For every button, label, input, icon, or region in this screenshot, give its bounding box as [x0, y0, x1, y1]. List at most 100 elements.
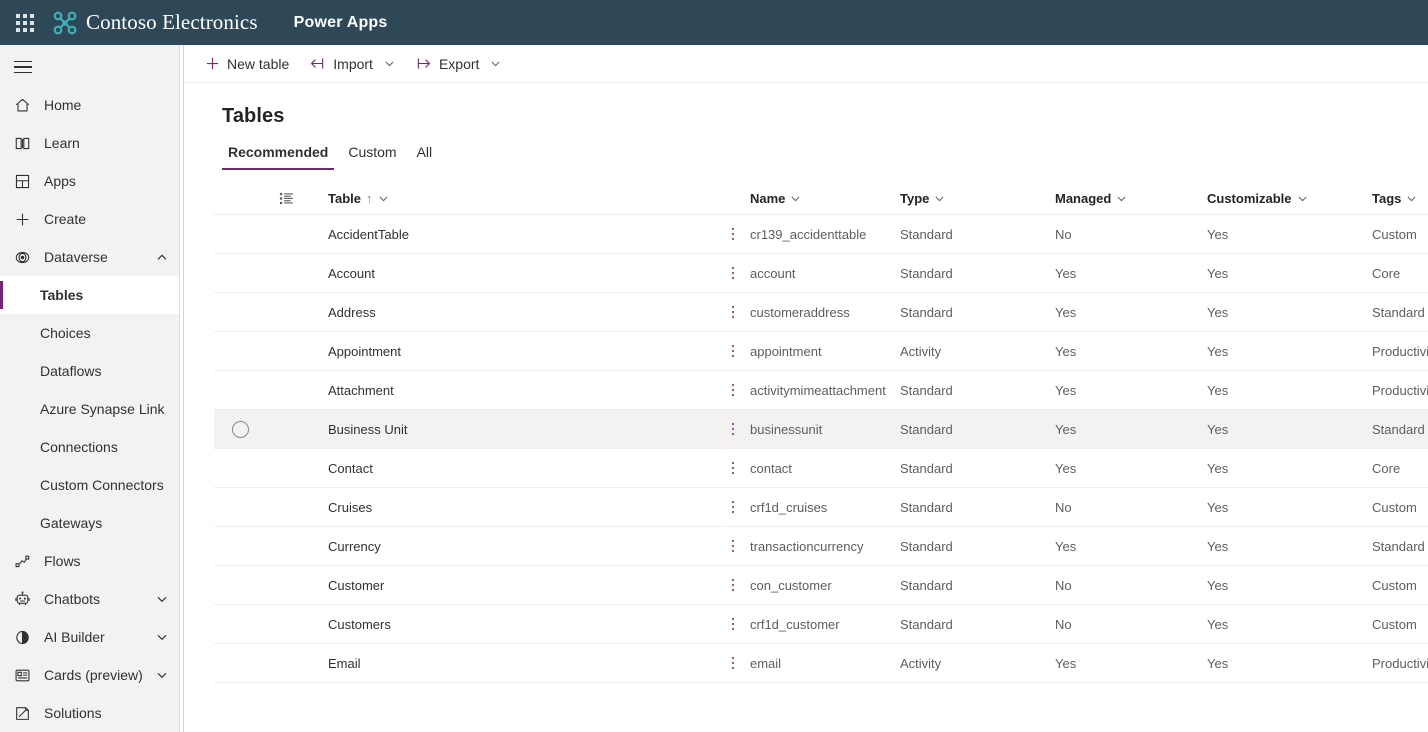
table-row[interactable]: Account account Standard Yes Yes Core	[214, 254, 1428, 293]
row-more-actions-button[interactable]	[716, 618, 750, 630]
row-select-circle-icon[interactable]	[231, 420, 249, 438]
column-header-managed-cell[interactable]: Managed	[1055, 191, 1207, 206]
row-more-actions-button[interactable]	[716, 267, 750, 279]
tab-recommended[interactable]: Recommended	[222, 140, 335, 170]
export-button[interactable]: Export	[406, 48, 510, 80]
cell-table[interactable]: Email	[306, 656, 716, 671]
row-more-actions-button[interactable]	[716, 306, 750, 318]
sidebar-item-learn[interactable]: Learn	[0, 124, 179, 162]
sidebar-item-azure-synapse-link[interactable]: Azure Synapse Link	[0, 390, 179, 428]
brand[interactable]: Contoso Electronics	[52, 10, 258, 36]
row-more-actions-button[interactable]	[716, 228, 750, 240]
cell-table[interactable]: Account	[306, 266, 716, 281]
group-by-icon[interactable]	[266, 191, 306, 206]
more-vertical-icon[interactable]	[731, 540, 735, 552]
row-more-actions-button[interactable]	[716, 384, 750, 396]
sidebar-item-home[interactable]: Home	[0, 86, 179, 124]
column-header-name-cell[interactable]: Name	[750, 191, 900, 206]
sidebar-item-solutions[interactable]: Solutions	[0, 694, 179, 732]
table-row[interactable]: Customers crf1d_customer Standard No Yes Cust…	[214, 605, 1428, 644]
row-more-actions-button[interactable]	[716, 579, 750, 591]
more-vertical-icon[interactable]	[731, 657, 735, 669]
sidebar-item-custom-connectors[interactable]: Custom Connectors	[0, 466, 179, 504]
more-vertical-icon[interactable]	[731, 618, 735, 630]
row-more-actions-button[interactable]	[716, 423, 750, 435]
cell-table[interactable]: Attachment	[306, 383, 716, 398]
table-row[interactable]: Attachment activitymimeattachment Standard…	[214, 371, 1428, 410]
hamburger-menu-icon[interactable]	[0, 48, 179, 86]
column-header-type[interactable]: Type	[900, 191, 1055, 206]
table-row[interactable]: AccidentTable cr139_accidenttable Standard…	[214, 215, 1428, 254]
column-header-tags-cell[interactable]: Tags	[1372, 191, 1428, 206]
sidebar-item-create[interactable]: Create	[0, 200, 179, 238]
table-row[interactable]: Email email Activity Yes Yes Productivity	[214, 644, 1428, 683]
sidebar-item-flows[interactable]: Flows	[0, 542, 179, 580]
cell-table[interactable]: AccidentTable	[306, 227, 716, 242]
row-more-actions-button[interactable]	[716, 462, 750, 474]
cell-table[interactable]: Appointment	[306, 344, 716, 359]
cell-table[interactable]: Customers	[306, 617, 716, 632]
sidebar-item-apps[interactable]: Apps	[0, 162, 179, 200]
chevron-down-icon[interactable]	[934, 193, 945, 204]
sidebar-item-dataverse[interactable]: Dataverse	[0, 238, 179, 276]
sidebar-item-connections[interactable]: Connections	[0, 428, 179, 466]
chevron-up-icon[interactable]	[151, 251, 173, 263]
more-vertical-icon[interactable]	[731, 462, 735, 474]
table-row[interactable]: Appointment appointment Activity Yes Yes Prod…	[214, 332, 1428, 371]
more-vertical-icon[interactable]	[731, 228, 735, 240]
cell-table[interactable]: Cruises	[306, 500, 716, 515]
chevron-down-icon[interactable]	[151, 593, 173, 605]
table-row[interactable]: Currency transactioncurrency Standard Yes Ye…	[214, 527, 1428, 566]
more-vertical-icon[interactable]	[731, 423, 735, 435]
column-header-table-cell[interactable]: Table ↑	[328, 191, 389, 206]
more-vertical-icon[interactable]	[731, 345, 735, 357]
table-row[interactable]: Business Unit businessunit Standard Yes Yes S…	[214, 410, 1428, 449]
more-vertical-icon[interactable]	[731, 384, 735, 396]
column-header-name[interactable]: Name	[750, 191, 900, 206]
table-row[interactable]: Cruises crf1d_cruises Standard No Yes Custom	[214, 488, 1428, 527]
column-header-table[interactable]: Table ↑	[306, 191, 716, 206]
cell-table[interactable]: Customer	[306, 578, 716, 593]
row-select-checkbox[interactable]	[214, 420, 266, 438]
sidebar-item-dataflows[interactable]: Dataflows	[0, 352, 179, 390]
sidebar-item-tables[interactable]: Tables	[0, 276, 179, 314]
sidebar-item-ai-builder[interactable]: AI Builder	[0, 618, 179, 656]
chevron-down-icon[interactable]	[1116, 193, 1127, 204]
sidebar-item-chatbots[interactable]: Chatbots	[0, 580, 179, 618]
more-vertical-icon[interactable]	[731, 501, 735, 513]
sidebar-item-cards-preview[interactable]: Cards (preview)	[0, 656, 179, 694]
table-row[interactable]: Customer con_customer Standard No Yes Custom	[214, 566, 1428, 605]
more-vertical-icon[interactable]	[731, 579, 735, 591]
chevron-down-icon[interactable]	[378, 193, 389, 204]
column-header-customizable-cell[interactable]: Customizable	[1207, 191, 1372, 206]
column-header-customizable[interactable]: Customizable	[1207, 191, 1372, 206]
row-more-actions-button[interactable]	[716, 345, 750, 357]
import-button[interactable]: Import	[300, 48, 404, 80]
cell-table[interactable]: Address	[306, 305, 716, 320]
sidebar-item-gateways[interactable]: Gateways	[0, 504, 179, 542]
cell-table[interactable]: Currency	[306, 539, 716, 554]
chevron-down-icon[interactable]	[1406, 193, 1417, 204]
sidebar-item-choices[interactable]: Choices	[0, 314, 179, 352]
column-header-tags[interactable]: Tags	[1372, 191, 1428, 206]
cell-table[interactable]: Contact	[306, 461, 716, 476]
table-row[interactable]: Contact contact Standard Yes Yes Core	[214, 449, 1428, 488]
cell-table[interactable]: Business Unit	[306, 422, 716, 437]
chevron-down-icon[interactable]	[151, 631, 173, 643]
column-header-type-cell[interactable]: Type	[900, 191, 1055, 206]
new-table-button[interactable]: New table	[196, 48, 298, 80]
column-header-managed[interactable]: Managed	[1055, 191, 1207, 206]
more-vertical-icon[interactable]	[731, 306, 735, 318]
tab-custom[interactable]: Custom	[342, 140, 402, 170]
tab-all[interactable]: All	[411, 140, 439, 170]
row-more-actions-button[interactable]	[716, 657, 750, 669]
table-row[interactable]: Address customeraddress Standard Yes Yes Stan…	[214, 293, 1428, 332]
app-launcher-waffle-icon[interactable]	[10, 8, 40, 38]
cell-tags: Productivity	[1372, 655, 1428, 671]
more-vertical-icon[interactable]	[731, 267, 735, 279]
chevron-down-icon[interactable]	[151, 669, 173, 681]
row-more-actions-button[interactable]	[716, 540, 750, 552]
row-more-actions-button[interactable]	[716, 501, 750, 513]
chevron-down-icon[interactable]	[1297, 193, 1308, 204]
chevron-down-icon[interactable]	[790, 193, 801, 204]
